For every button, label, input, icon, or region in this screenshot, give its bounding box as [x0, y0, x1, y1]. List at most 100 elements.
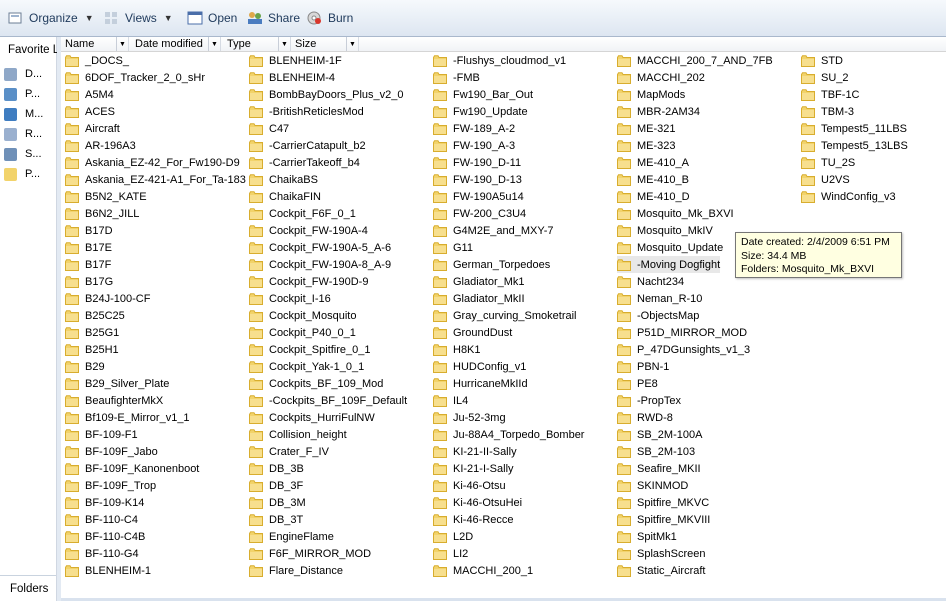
- folder-item[interactable]: Flare_Distance: [249, 562, 343, 579]
- folder-item[interactable]: MACCHI_200_7_AND_7FB: [617, 52, 773, 69]
- nav-item-pictures[interactable]: P...: [4, 85, 40, 103]
- folder-item[interactable]: Cockpit_FW-190D-9: [249, 273, 368, 290]
- folder-item[interactable]: A5M4: [65, 86, 114, 103]
- nav-item-recent[interactable]: R...: [4, 125, 42, 143]
- folder-item[interactable]: F6F_MIRROR_MOD: [249, 545, 371, 562]
- folder-item[interactable]: HUDConfig_v1: [433, 358, 526, 375]
- folder-item[interactable]: Cockpit_P40_0_1: [249, 324, 356, 341]
- folder-item[interactable]: ME-410_B: [617, 171, 689, 188]
- folder-item[interactable]: Mosquito_MkIV: [617, 222, 713, 239]
- folder-item[interactable]: B17D: [65, 222, 113, 239]
- folder-item[interactable]: -BritishReticlesMod: [249, 103, 364, 120]
- nav-item-searches[interactable]: S...: [4, 145, 42, 163]
- folder-item[interactable]: B5N2_KATE: [65, 188, 147, 205]
- folder-item[interactable]: Bf109-E_Mirror_v1_1: [65, 409, 190, 426]
- folder-item[interactable]: PE8: [617, 375, 658, 392]
- folder-item[interactable]: Static_Aircraft: [617, 562, 705, 579]
- burn-button[interactable]: Burn: [307, 8, 353, 28]
- chevron-down-icon[interactable]: ▼: [278, 37, 290, 51]
- folder-item[interactable]: SplashScreen: [617, 545, 706, 562]
- folder-item[interactable]: Cockpit_F6F_0_1: [249, 205, 356, 222]
- folder-item[interactable]: BLENHEIM-1F: [249, 52, 342, 69]
- folder-item[interactable]: B25C25: [65, 307, 125, 324]
- folder-item[interactable]: Gladiator_Mk1: [433, 273, 525, 290]
- folder-item[interactable]: -Moving Dogfight: [617, 256, 721, 273]
- folder-item[interactable]: Tempest5_13LBS: [801, 137, 908, 154]
- folder-item[interactable]: Nacht234: [617, 273, 684, 290]
- folder-item[interactable]: BF-110-C4B: [65, 528, 145, 545]
- folder-item[interactable]: Cockpit_Yak-1_0_1: [249, 358, 364, 375]
- folder-item[interactable]: Cockpits_BF_109_Mod: [249, 375, 383, 392]
- folder-item[interactable]: B17F: [65, 256, 111, 273]
- folder-item[interactable]: -Flushys_cloudmod_v1: [433, 52, 566, 69]
- folder-item[interactable]: P_47DGunsights_v1_3: [617, 341, 750, 358]
- folder-item[interactable]: ME-321: [617, 120, 676, 137]
- folder-item[interactable]: BombBayDoors_Plus_v2_0: [249, 86, 404, 103]
- folder-item[interactable]: HurricaneMkIId: [433, 375, 528, 392]
- folder-item[interactable]: IL4: [433, 392, 468, 409]
- folder-item[interactable]: GroundDust: [433, 324, 512, 341]
- folder-item[interactable]: Fw190_Update: [433, 103, 528, 120]
- folder-item[interactable]: B17E: [65, 239, 112, 256]
- folder-item[interactable]: Spitfire_MKVC: [617, 494, 709, 511]
- folder-item[interactable]: Askania_EZ-42_For_Fw190-D9: [65, 154, 240, 171]
- folder-item[interactable]: Mosquito_Mk_BXVI: [617, 205, 734, 222]
- folder-item[interactable]: FW-190_D-13: [433, 171, 522, 188]
- folder-item[interactable]: BF-109-F1: [65, 426, 138, 443]
- folder-item[interactable]: Cockpit_I-16: [249, 290, 331, 307]
- folder-item[interactable]: U2VS: [801, 171, 850, 188]
- folder-item[interactable]: ACES: [65, 103, 115, 120]
- folder-item[interactable]: Cockpit_FW-190A-4: [249, 222, 368, 239]
- folder-item[interactable]: Askania_EZ-421-A1_For_Ta-183: [65, 171, 246, 188]
- folder-item[interactable]: Seafire_MKII: [617, 460, 701, 477]
- views-button[interactable]: Views ▼: [104, 8, 173, 28]
- folders-toggle[interactable]: Folders: [0, 575, 56, 601]
- folder-item[interactable]: B6N2_JILL: [65, 205, 139, 222]
- open-button[interactable]: Open: [187, 8, 237, 28]
- folder-item[interactable]: G4M2E_and_MXY-7: [433, 222, 554, 239]
- folder-item[interactable]: -PropTex: [617, 392, 681, 409]
- folder-item[interactable]: FW-200_C3U4: [433, 205, 526, 222]
- folder-item[interactable]: Tempest5_11LBS: [801, 120, 907, 137]
- folder-item[interactable]: Crater_F_IV: [249, 443, 329, 460]
- folder-item[interactable]: Mosquito_Update: [617, 239, 723, 256]
- folder-item[interactable]: -ObjectsMap: [617, 307, 699, 324]
- folder-item[interactable]: -FMB: [433, 69, 480, 86]
- folder-item[interactable]: FW-189_A-2: [433, 120, 515, 137]
- folder-item[interactable]: B24J-100-CF: [65, 290, 150, 307]
- column-header-size[interactable]: Size ▼: [291, 37, 359, 51]
- folder-item[interactable]: TBM-3: [801, 103, 854, 120]
- column-header-type[interactable]: Type ▼: [223, 37, 291, 51]
- folder-item[interactable]: Aircraft: [65, 120, 120, 137]
- chevron-down-icon[interactable]: ▼: [116, 37, 128, 51]
- folder-item[interactable]: ChaikaBS: [249, 171, 318, 188]
- folder-item[interactable]: MBR-2AM34: [617, 103, 700, 120]
- folder-item[interactable]: TBF-1C: [801, 86, 860, 103]
- folder-item[interactable]: B29_Silver_Plate: [65, 375, 169, 392]
- folder-item[interactable]: Ki-46-Otsu: [433, 477, 506, 494]
- folder-item[interactable]: SB_2M-103: [617, 443, 695, 460]
- folder-item[interactable]: Cockpit_FW-190A-8_A-9: [249, 256, 391, 273]
- folder-item[interactable]: Collision_height: [249, 426, 347, 443]
- folder-item[interactable]: KI-21-I-Sally: [433, 460, 514, 477]
- folder-item[interactable]: DB_3B: [249, 460, 304, 477]
- folder-item[interactable]: Fw190_Bar_Out: [433, 86, 533, 103]
- column-header-date-modified[interactable]: Date modified ▼: [131, 37, 221, 51]
- folder-item[interactable]: DB_3F: [249, 477, 303, 494]
- column-header-name[interactable]: Name ▼: [61, 37, 129, 51]
- folder-item[interactable]: Cockpit_Spitfire_0_1: [249, 341, 371, 358]
- folder-item[interactable]: B25G1: [65, 324, 119, 341]
- folder-item[interactable]: BF-110-C4: [65, 511, 138, 528]
- folder-item[interactable]: FW-190_A-3: [433, 137, 515, 154]
- folder-item[interactable]: B25H1: [65, 341, 119, 358]
- folder-item[interactable]: G11: [433, 239, 473, 256]
- folder-item[interactable]: MapMods: [617, 86, 685, 103]
- folder-item[interactable]: AR-196A3: [65, 137, 136, 154]
- folder-item[interactable]: SpitMk1: [617, 528, 677, 545]
- nav-item-music[interactable]: M...: [4, 105, 43, 123]
- folder-item[interactable]: -CarrierTakeoff_b4: [249, 154, 360, 171]
- chevron-down-icon[interactable]: ▼: [208, 37, 220, 51]
- folder-item[interactable]: Gray_curving_Smoketrail: [433, 307, 577, 324]
- folder-item[interactable]: B17G: [65, 273, 113, 290]
- folder-item[interactable]: SU_2: [801, 69, 849, 86]
